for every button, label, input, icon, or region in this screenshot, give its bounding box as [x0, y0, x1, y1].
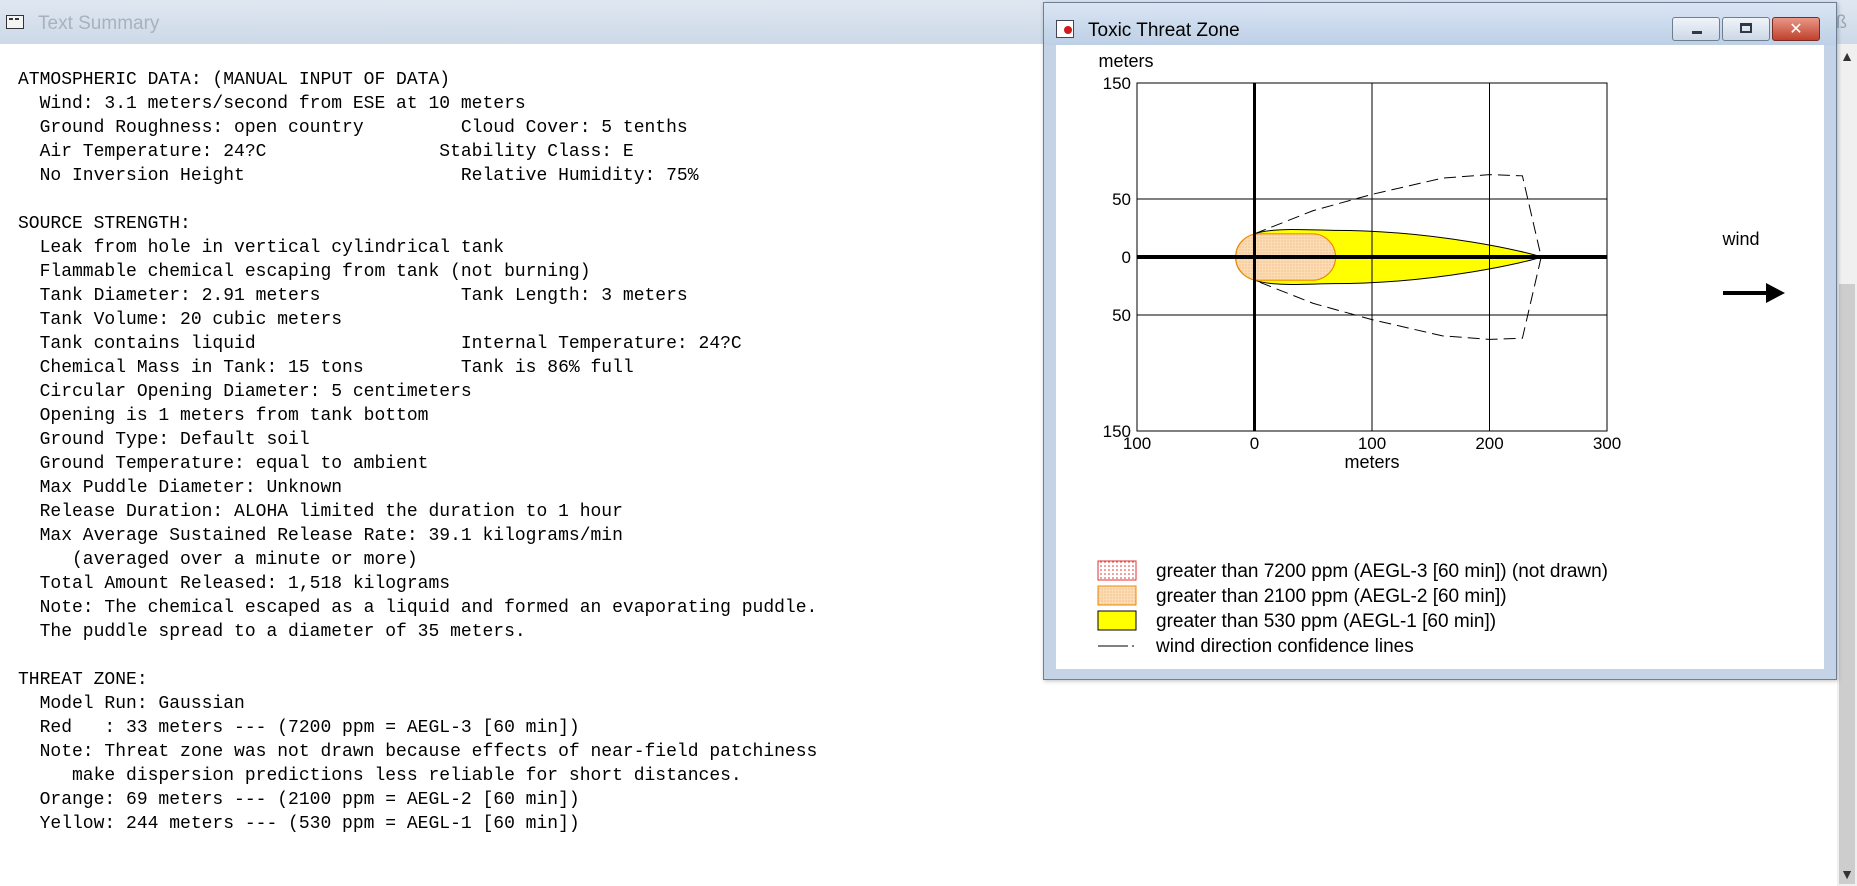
summary-line: Note: The chemical escaped as a liquid a… — [18, 598, 818, 618]
y-tick-label: 50 — [1112, 190, 1131, 209]
legend-swatch-yellow — [1097, 610, 1137, 631]
summary-line: The puddle spread to a diameter of 35 me… — [18, 622, 526, 642]
summary-line: Leak from hole in vertical cylindrical t… — [18, 238, 505, 258]
y-axis-label: meters — [1098, 51, 1153, 71]
scroll-down-arrow-icon[interactable]: ▼ — [1837, 862, 1857, 886]
summary-line: Circular Opening Diameter: 5 centimeters — [18, 382, 472, 402]
summary-line: Max Average Sustained Release Rate: 39.1… — [18, 526, 623, 546]
summary-line: Tank contains liquid Internal Temperatur… — [18, 334, 742, 354]
threat-zone-plot-area: 100 0 100 200 300 150 50 0 50 150 meters meters wind… — [1056, 45, 1824, 669]
summary-line: No Inversion Height Relative Humidity: 7… — [18, 166, 699, 186]
summary-line: Ground Temperature: equal to ambient — [18, 454, 429, 474]
scroll-up-arrow-icon[interactable]: ▲ — [1837, 44, 1857, 68]
legend-label: wind direction confidence lines — [1155, 636, 1414, 657]
summary-text[interactable]: ATMOSPHERIC DATA: (MANUAL INPUT OF DATA)… — [18, 68, 817, 836]
scroll-thumb[interactable] — [1839, 284, 1855, 884]
legend-label: greater than 2100 ppm (AEGL-2 [60 min]) — [1156, 586, 1507, 607]
close-icon[interactable]: ß — [1836, 12, 1847, 33]
maximize-button[interactable] — [1722, 17, 1770, 41]
wind-arrow-icon — [1766, 283, 1785, 303]
minimize-button[interactable] — [1672, 17, 1720, 41]
summary-line: Tank Diameter: 2.91 meters Tank Length: … — [18, 286, 688, 306]
summary-line: Air Temperature: 24?C Stability Class: E — [18, 142, 634, 162]
x-tick-label: 0 — [1250, 434, 1259, 453]
window-title: Toxic Threat Zone — [1088, 20, 1240, 41]
summary-line: (averaged over a minute or more) — [18, 550, 418, 570]
summary-line: Orange: 69 meters --- (2100 ppm = AEGL-2… — [18, 790, 580, 810]
close-button[interactable]: ✕ — [1772, 17, 1820, 41]
summary-line: ATMOSPHERIC DATA: (MANUAL INPUT OF DATA) — [18, 70, 451, 90]
plot-window-icon — [1056, 20, 1074, 38]
summary-line: Max Puddle Diameter: Unknown — [18, 478, 343, 498]
summary-line: THREAT ZONE: — [18, 670, 148, 690]
summary-line: Release Duration: ALOHA limited the dura… — [18, 502, 623, 522]
threat-zone-titlebar[interactable]: Toxic Threat Zone ✕ — [1044, 3, 1836, 45]
summary-line: Ground Roughness: open country Cloud Cov… — [18, 118, 688, 138]
summary-line: Ground Type: Default soil — [18, 430, 310, 450]
legend-swatch-red-dotted — [1097, 560, 1137, 581]
summary-line: Model Run: Gaussian — [18, 694, 245, 714]
summary-line: make dispersion predictions less reliabl… — [18, 766, 742, 786]
summary-line: Yellow: 244 meters --- (530 ppm = AEGL-1… — [18, 814, 580, 834]
summary-line: Wind: 3.1 meters/second from ESE at 10 m… — [18, 94, 526, 114]
summary-line: SOURCE STRENGTH: — [18, 214, 191, 234]
summary-line: Red : 33 meters --- (7200 ppm = AEGL-3 [… — [18, 718, 580, 738]
summary-line: Chemical Mass in Tank: 15 tons Tank is 8… — [18, 358, 634, 378]
y-tick-label: 50 — [1112, 306, 1131, 325]
legend-label: greater than 7200 ppm (AEGL-3 [60 min]) … — [1156, 561, 1608, 582]
x-tick-label: 300 — [1593, 434, 1621, 453]
wind-label: wind — [1721, 229, 1759, 249]
summary-line: Total Amount Released: 1,518 kilograms — [18, 574, 451, 594]
x-tick-label: 200 — [1475, 434, 1503, 453]
x-tick-label: 100 — [1358, 434, 1386, 453]
y-tick-label: 150 — [1103, 422, 1131, 441]
summary-line: Flammable chemical escaping from tank (n… — [18, 262, 591, 282]
vertical-scrollbar[interactable]: ▲ ▼ — [1837, 44, 1857, 886]
y-tick-label: 150 — [1103, 74, 1131, 93]
legend-label: greater than 530 ppm (AEGL-1 [60 min]) — [1156, 611, 1496, 632]
summary-line: Opening is 1 meters from tank bottom — [18, 406, 429, 426]
close-icon: ✕ — [1789, 19, 1803, 38]
threat-zone-chart: 100 0 100 200 30015050050150metersmeterswind… — [1097, 51, 1785, 657]
app-window-icon — [6, 15, 24, 29]
x-axis-label: meters — [1344, 452, 1399, 472]
legend-swatch-orange — [1097, 585, 1137, 606]
summary-line: Tank Volume: 20 cubic meters — [18, 310, 343, 330]
y-tick-label: 0 — [1122, 248, 1131, 267]
threat-zone-window: Toxic Threat Zone ✕ 100 0 100 200 300 150 50 0 5… — [1043, 2, 1837, 680]
summary-line: Note: Threat zone was not drawn because … — [18, 742, 818, 762]
window-title: Text Summary — [38, 13, 160, 34]
